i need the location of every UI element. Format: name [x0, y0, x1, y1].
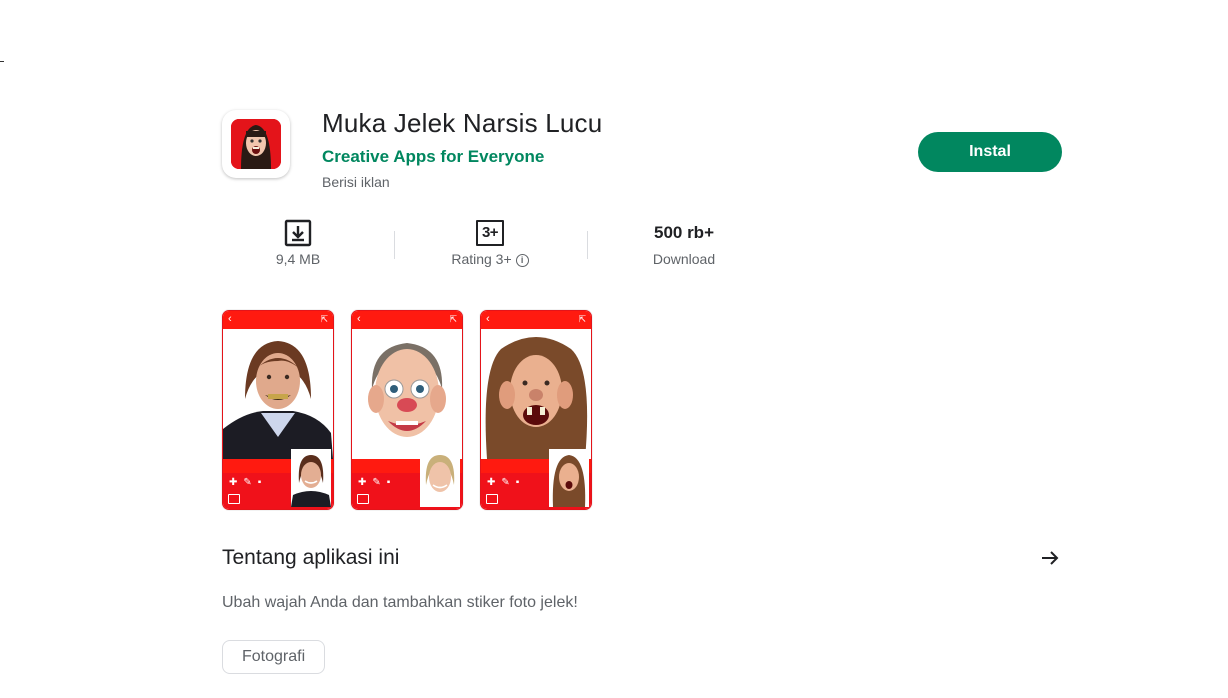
- stat-size: 9,4 MB: [248, 215, 348, 267]
- app-description: Ubah wajah Anda dan tambahkan stiker fot…: [222, 594, 578, 611]
- rating-label: Rating 3+: [451, 251, 512, 267]
- stat-divider: [394, 231, 395, 259]
- stat-downloads: 500 rb+ Download: [634, 215, 734, 267]
- screenshot-2[interactable]: ‹ ⇱ ✚✎▪: [351, 310, 463, 510]
- content-rating-badge: 3+: [476, 220, 504, 246]
- developer-link[interactable]: Creative Apps for Everyone: [322, 147, 544, 167]
- screenshot-3[interactable]: ‹ ⇱ ✚✎▪: [480, 310, 592, 510]
- app-icon: [222, 110, 290, 178]
- info-icon[interactable]: i: [515, 254, 529, 267]
- stat-divider: [587, 231, 588, 259]
- category-chip[interactable]: Fotografi: [222, 640, 326, 674]
- arrow-right-icon[interactable]: [1038, 546, 1062, 570]
- app-detail-page: Muka Jelek Narsis Lucu Creative Apps for…: [0, 0, 1228, 698]
- install-button[interactable]: Instal: [918, 132, 1062, 172]
- download-icon: [284, 219, 312, 247]
- edge-mark: [0, 61, 4, 62]
- stat-rating: 3+ Rating 3+ i: [434, 215, 546, 267]
- size-label: 9,4 MB: [275, 251, 321, 267]
- downloads-value: 500 rb+: [653, 223, 714, 242]
- ads-notice: Berisi iklan: [322, 174, 390, 190]
- app-stats: 9,4 MB 3+ Rating 3+ i 500 rb+ Download: [222, 215, 782, 275]
- app-title: Muka Jelek Narsis Lucu: [322, 108, 603, 138]
- screenshot-1[interactable]: ‹ ⇱ ✚✎▪: [222, 310, 334, 510]
- about-section-title: Tentang aplikasi ini: [222, 546, 400, 569]
- downloads-label: Download: [652, 251, 716, 267]
